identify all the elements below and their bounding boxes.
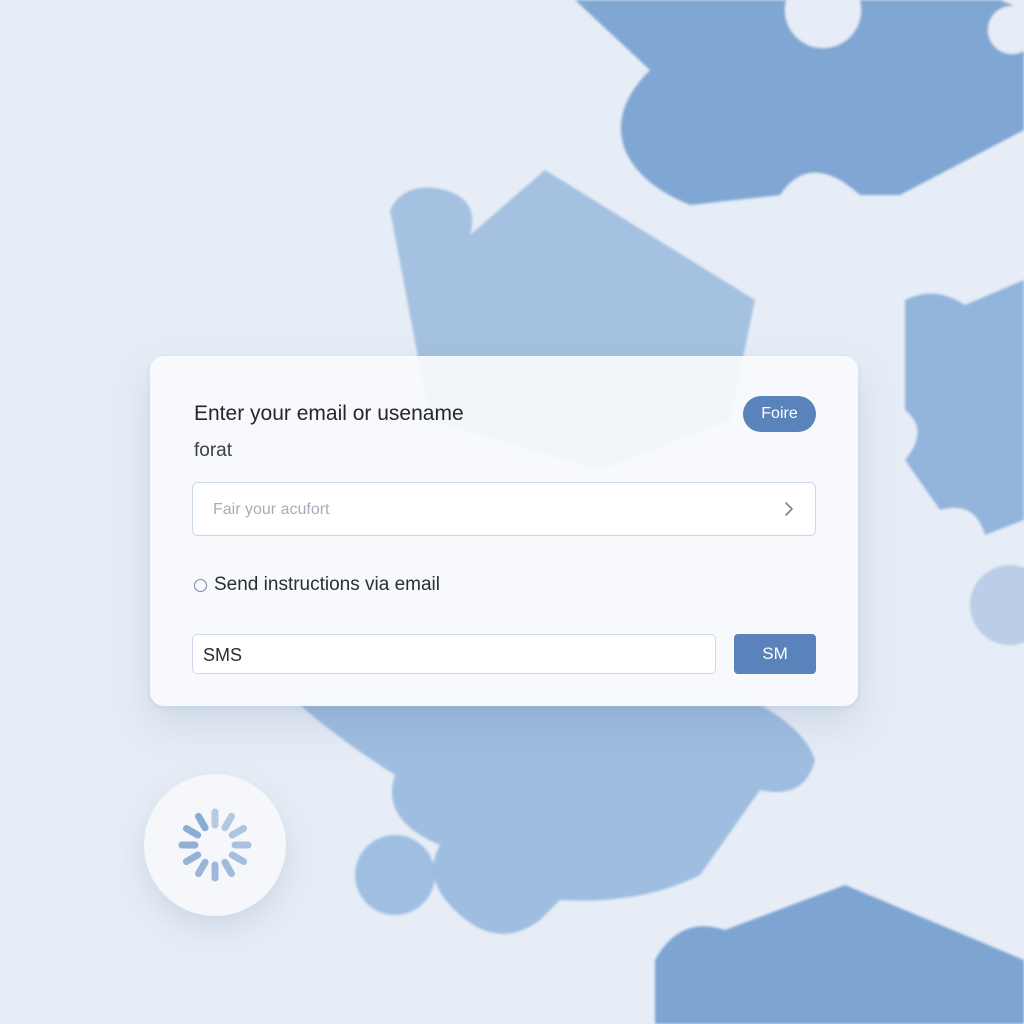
loading-spinner-icon (178, 808, 252, 882)
sms-field[interactable] (192, 634, 716, 675)
spinner-spoke (195, 858, 209, 878)
account-input[interactable] (211, 483, 775, 537)
spinner-spoke (221, 858, 235, 878)
dialog-subtitle: forat (194, 440, 233, 461)
spinner-spoke (195, 812, 209, 832)
puzzle-piece-bottom-right (655, 885, 1024, 1024)
loading-spinner (144, 774, 286, 916)
puzzle-piece-top-right (575, 0, 1024, 205)
puzzle-piece-lower (300, 705, 815, 934)
account-input-field[interactable] (192, 482, 816, 537)
dialog-title: Enter your email or usename (194, 402, 464, 425)
pill-button[interactable]: Foire (743, 396, 816, 432)
email-option-label: Send instructions via email (214, 574, 440, 595)
chevron-right-icon[interactable] (779, 499, 799, 519)
spinner-spoke (221, 812, 235, 832)
email-option-radio[interactable] (194, 579, 207, 592)
forgot-password-dialog: Enter your email or usename forat Foire … (150, 356, 858, 706)
sms-input[interactable] (201, 635, 705, 675)
spinner-spoke (228, 851, 248, 865)
spinner-spoke (182, 851, 202, 865)
spinner-spoke (228, 825, 248, 839)
puzzle-piece-right (905, 280, 1024, 645)
sms-button[interactable]: SM (734, 634, 816, 674)
spinner-spoke (182, 825, 202, 839)
